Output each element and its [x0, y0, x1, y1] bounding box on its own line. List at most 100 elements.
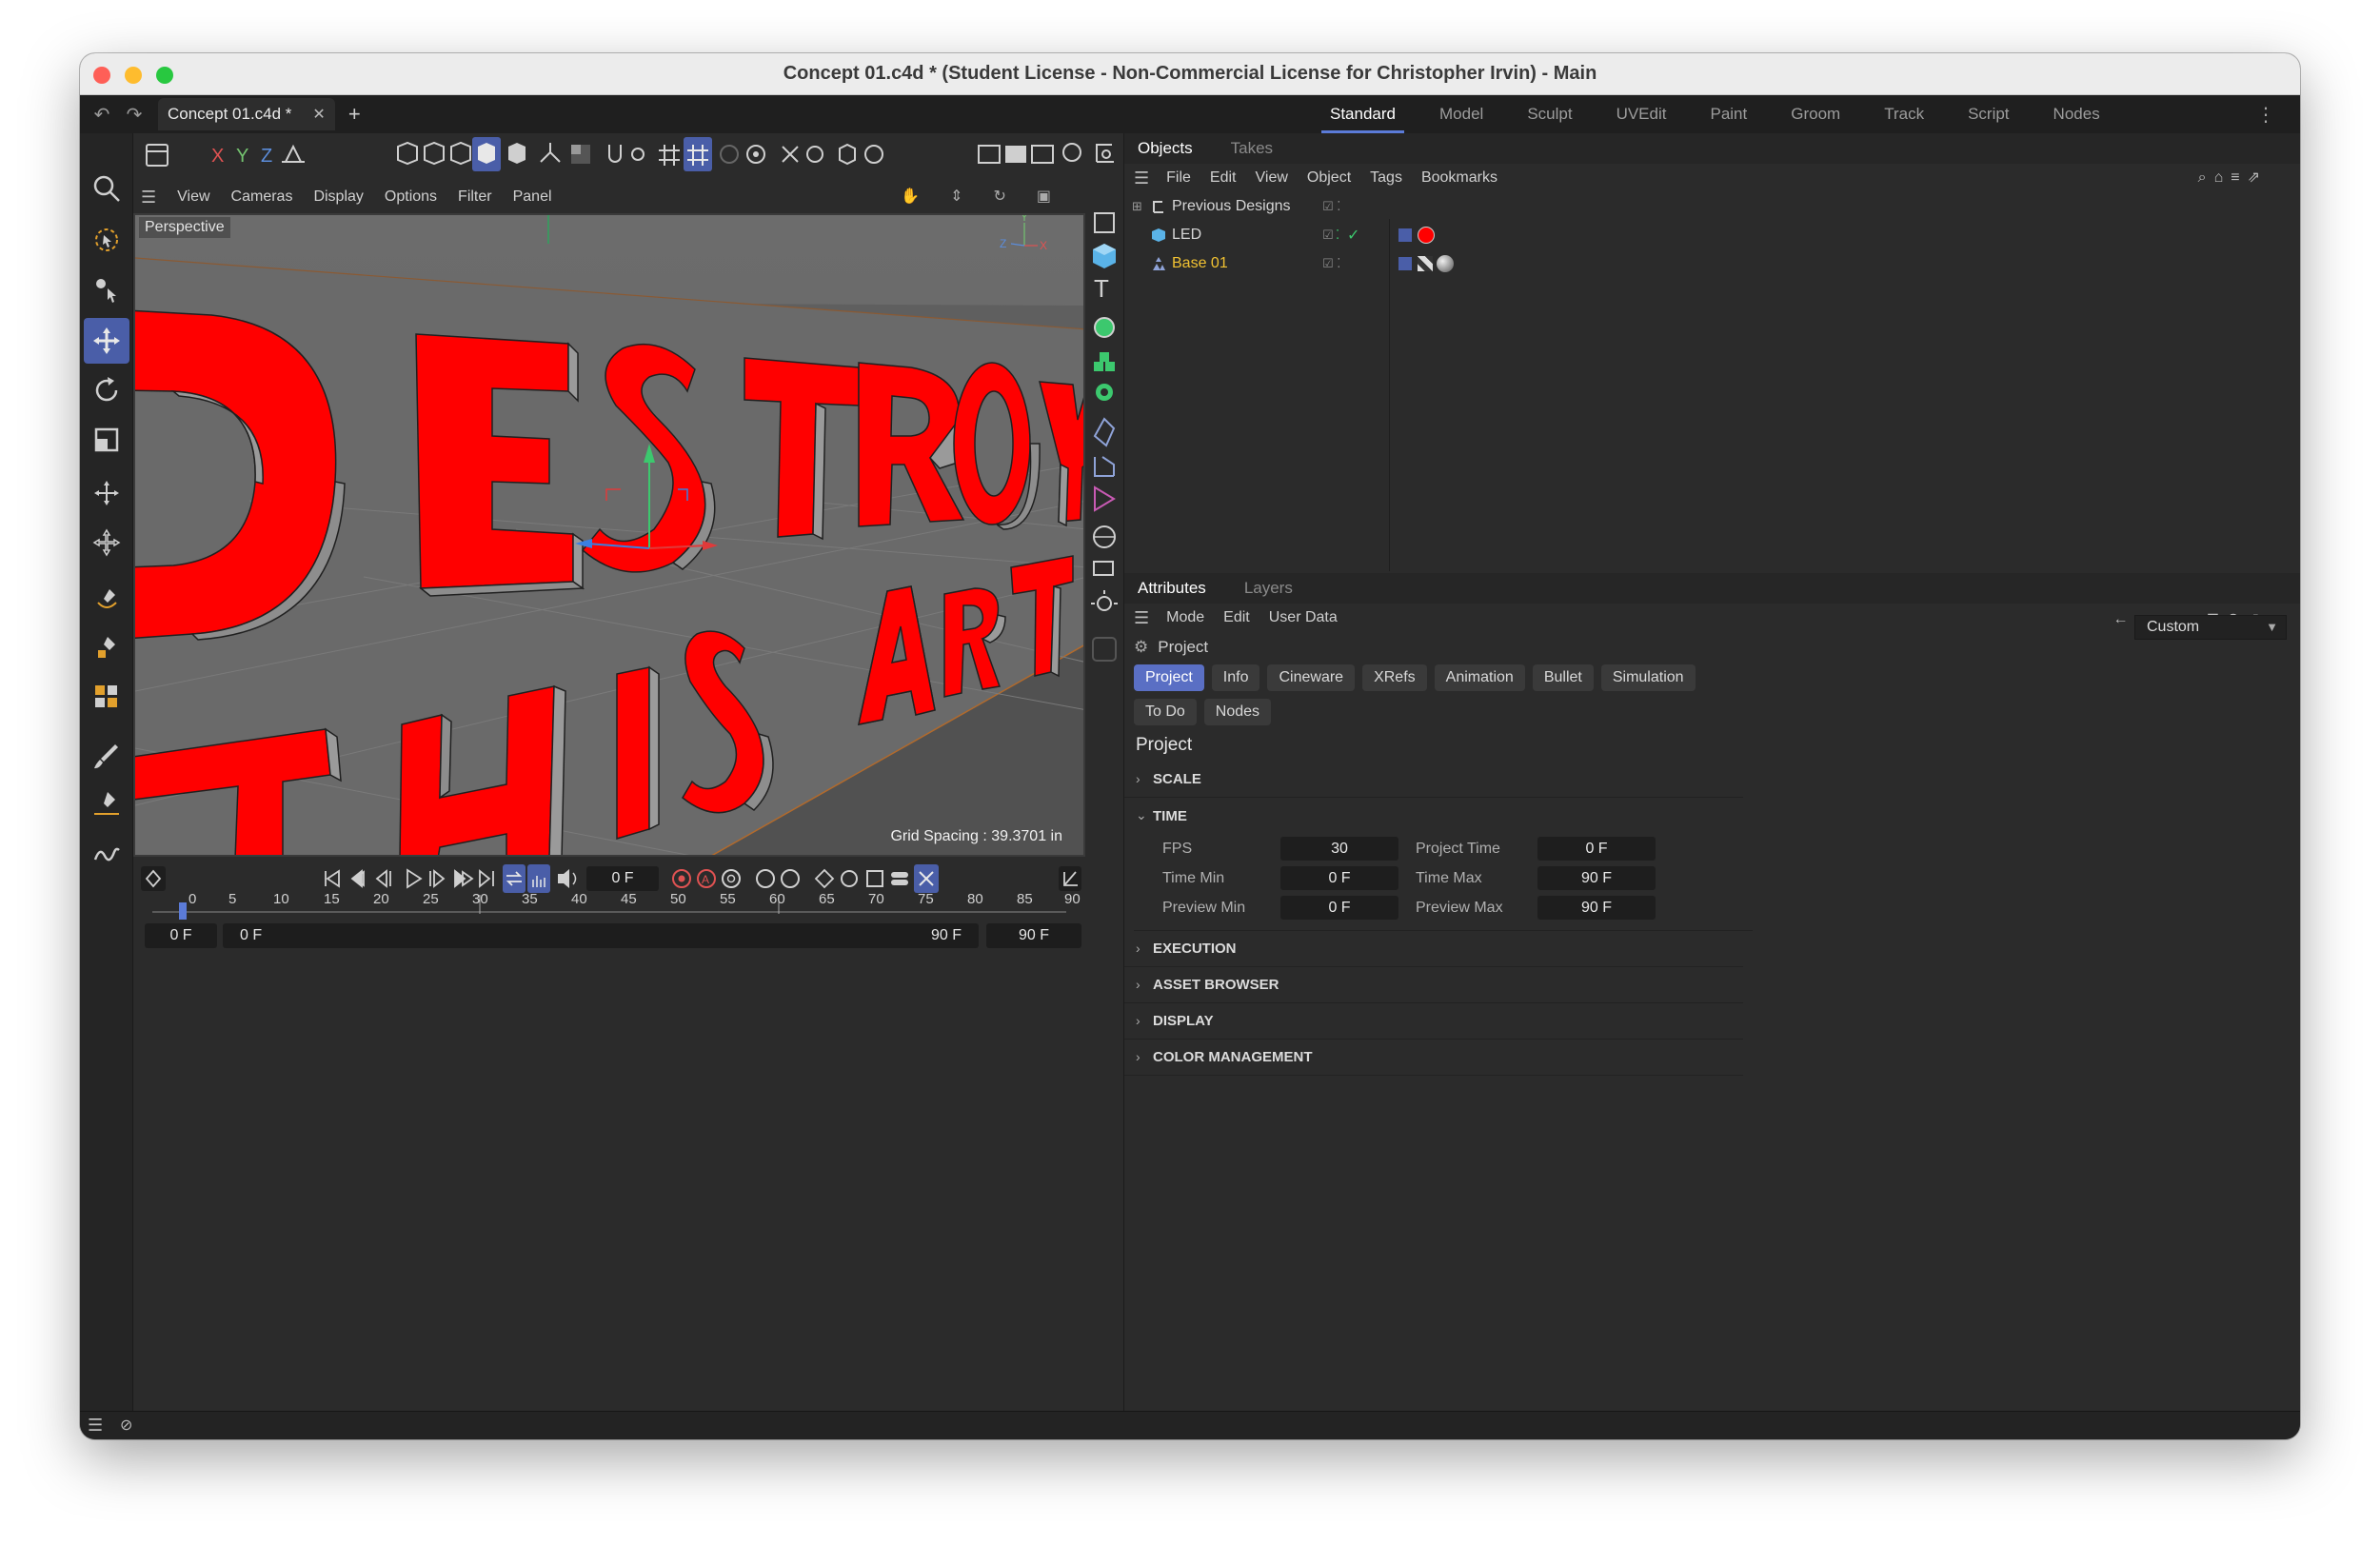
objects-column-divider[interactable] [1389, 219, 1390, 571]
object-row-led[interactable]: LED ☑ ⁚ ✓ [1124, 221, 2300, 249]
scale-tool-icon[interactable] [84, 417, 129, 463]
camera-label[interactable]: Perspective [139, 217, 230, 238]
menu-panel[interactable]: Panel [513, 188, 552, 206]
more-options-icon[interactable]: ⋮ [2256, 103, 2275, 127]
enabled-check-icon[interactable]: ✓ [1347, 226, 1359, 245]
new-tab-icon[interactable]: + [348, 102, 361, 127]
preset-select[interactable]: Custom ▼ [2134, 615, 2287, 640]
menu-filter[interactable]: Filter [458, 188, 492, 206]
fps-field[interactable]: 30 [1280, 837, 1398, 861]
close-tab-icon[interactable]: ✕ [312, 105, 325, 124]
tab-objects[interactable]: Objects [1138, 139, 1193, 158]
object-row-base-01[interactable]: Base 01 ☑ ⁚ [1124, 249, 2300, 278]
layout-tab-sculpt[interactable]: Sculpt [1505, 105, 1594, 124]
info-tab-button[interactable]: Info [1211, 664, 1260, 691]
preview-min-field[interactable]: 0 F [1280, 896, 1398, 920]
maximize-window-button[interactable] [156, 67, 173, 84]
project-tab-button[interactable]: Project [1134, 664, 1204, 691]
objects-search-icons[interactable]: ⌕⌂≡⇗ [2198, 168, 2268, 187]
preview-range-slider[interactable]: 0 F 90 F [223, 923, 979, 948]
layout-tab-script[interactable]: Script [1946, 105, 2031, 124]
layout-tab-nodes[interactable]: Nodes [2032, 105, 2122, 124]
minimize-window-button[interactable] [125, 67, 142, 84]
objects-menu-file[interactable]: File [1166, 169, 1191, 187]
attributes-menu-edit[interactable]: Edit [1223, 609, 1250, 626]
status-menu-icon[interactable]: ☰ [88, 1416, 103, 1436]
live-selection-icon[interactable] [84, 217, 129, 263]
paint-tool-icon[interactable] [84, 624, 129, 670]
objects-menu-icon[interactable]: ☰ [1134, 168, 1149, 188]
viewport-menu-icon[interactable]: ☰ [141, 188, 156, 208]
status-check-icon[interactable]: ⊘ [120, 1416, 132, 1435]
project-time-field[interactable]: 0 F [1537, 837, 1656, 861]
sketch-tool-icon[interactable] [84, 832, 129, 878]
menu-view[interactable]: View [177, 188, 209, 206]
maximize-view-icon[interactable]: ▣ [1037, 187, 1051, 206]
objects-menu-object[interactable]: Object [1307, 169, 1351, 187]
material-tag-icon[interactable] [1437, 255, 1454, 272]
object-palette-icons[interactable]: T [1085, 133, 1123, 1411]
layout-tab-track[interactable]: Track [1862, 105, 1946, 124]
orbit-view-icon[interactable]: ↻ [993, 187, 1005, 206]
attributes-menu-user-data[interactable]: User Data [1269, 609, 1338, 626]
attributes-menu-icon[interactable]: ☰ [1134, 608, 1149, 628]
layer-checkbox-icon[interactable]: ☑ ⁚ [1322, 256, 1340, 271]
time-max-field[interactable]: 90 F [1537, 866, 1656, 890]
objects-menu-tags[interactable]: Tags [1370, 169, 1402, 187]
visibility-dots-icon[interactable]: ⁚ [1336, 228, 1339, 243]
menu-display[interactable]: Display [313, 188, 363, 206]
polygon-pen-icon[interactable] [84, 781, 129, 826]
layout-tab-standard[interactable]: Standard [1308, 105, 1418, 133]
group-scale[interactable]: › SCALE [1124, 762, 1743, 798]
expand-icon[interactable]: ⊞ [1132, 199, 1142, 214]
layout-tab-groom[interactable]: Groom [1769, 105, 1862, 124]
pan-view-icon[interactable]: ✋ [901, 187, 920, 206]
menu-options[interactable]: Options [385, 188, 437, 206]
tab-attributes[interactable]: Attributes [1138, 579, 1206, 598]
current-frame-field[interactable]: 0 F [586, 866, 659, 891]
objects-menu-view[interactable]: View [1256, 169, 1288, 187]
close-window-button[interactable] [93, 67, 110, 84]
layer-checkbox-icon[interactable]: ☑ [1322, 228, 1334, 243]
redo-icon[interactable]: ↷ [118, 98, 150, 130]
range-start-field[interactable]: 0 F [145, 923, 217, 948]
main-toolbar-icons[interactable]: X Y Z [133, 133, 1085, 181]
spline-tools-icon[interactable] [84, 674, 129, 720]
animation-tab-button[interactable]: Animation [1434, 664, 1525, 691]
phong-tag-icon[interactable] [1398, 257, 1412, 270]
dolly-view-icon[interactable]: ⇕ [950, 187, 962, 206]
attributes-menu-mode[interactable]: Mode [1166, 609, 1204, 626]
knife-tool-icon[interactable] [84, 577, 129, 623]
time-min-field[interactable]: 0 F [1280, 866, 1398, 890]
objects-menu-edit[interactable]: Edit [1210, 169, 1237, 187]
transform-tool-icon[interactable] [84, 470, 129, 516]
nodes-tab-button[interactable]: Nodes [1203, 699, 1272, 725]
todo-tab-button[interactable]: To Do [1134, 699, 1197, 725]
rotate-tool-icon[interactable] [84, 367, 129, 413]
axis-tool-icon[interactable] [84, 520, 129, 565]
cineware-tab-button[interactable]: Cineware [1267, 664, 1356, 691]
group-time[interactable]: ⌄ TIME [1124, 798, 1743, 834]
bullet-tab-button[interactable]: Bullet [1532, 664, 1594, 691]
brush-tool-icon[interactable] [84, 733, 129, 779]
group-display[interactable]: › DISPLAY [1124, 1003, 1743, 1040]
objects-menu-bookmarks[interactable]: Bookmarks [1421, 169, 1497, 187]
document-tab[interactable]: Concept 01.c4d * ✕ [158, 98, 335, 130]
layout-tab-uvedit[interactable]: UVEdit [1595, 105, 1689, 124]
tweak-mode-icon[interactable] [84, 267, 129, 312]
3d-viewport[interactable]: Y X Z Perspective Grid Spacing : 39.3701… [133, 213, 1085, 857]
layer-checkbox-icon[interactable]: ☑ ⁚ [1322, 199, 1340, 214]
menu-cameras[interactable]: Cameras [231, 188, 293, 206]
layout-tab-paint[interactable]: Paint [1688, 105, 1769, 124]
simulation-tab-button[interactable]: Simulation [1600, 664, 1696, 691]
undo-icon[interactable]: ↶ [86, 98, 118, 130]
group-color-management[interactable]: › COLOR MANAGEMENT [1124, 1040, 1743, 1076]
tab-layers[interactable]: Layers [1244, 579, 1293, 598]
layout-tab-model[interactable]: Model [1418, 105, 1505, 124]
search-icon[interactable] [84, 166, 129, 211]
group-execution[interactable]: › EXECUTION [1124, 931, 1743, 967]
phong-tag-icon[interactable] [1398, 228, 1412, 242]
range-end-field[interactable]: 90 F [986, 923, 1081, 948]
xrefs-tab-button[interactable]: XRefs [1362, 664, 1427, 691]
preview-max-field[interactable]: 90 F [1537, 896, 1656, 920]
